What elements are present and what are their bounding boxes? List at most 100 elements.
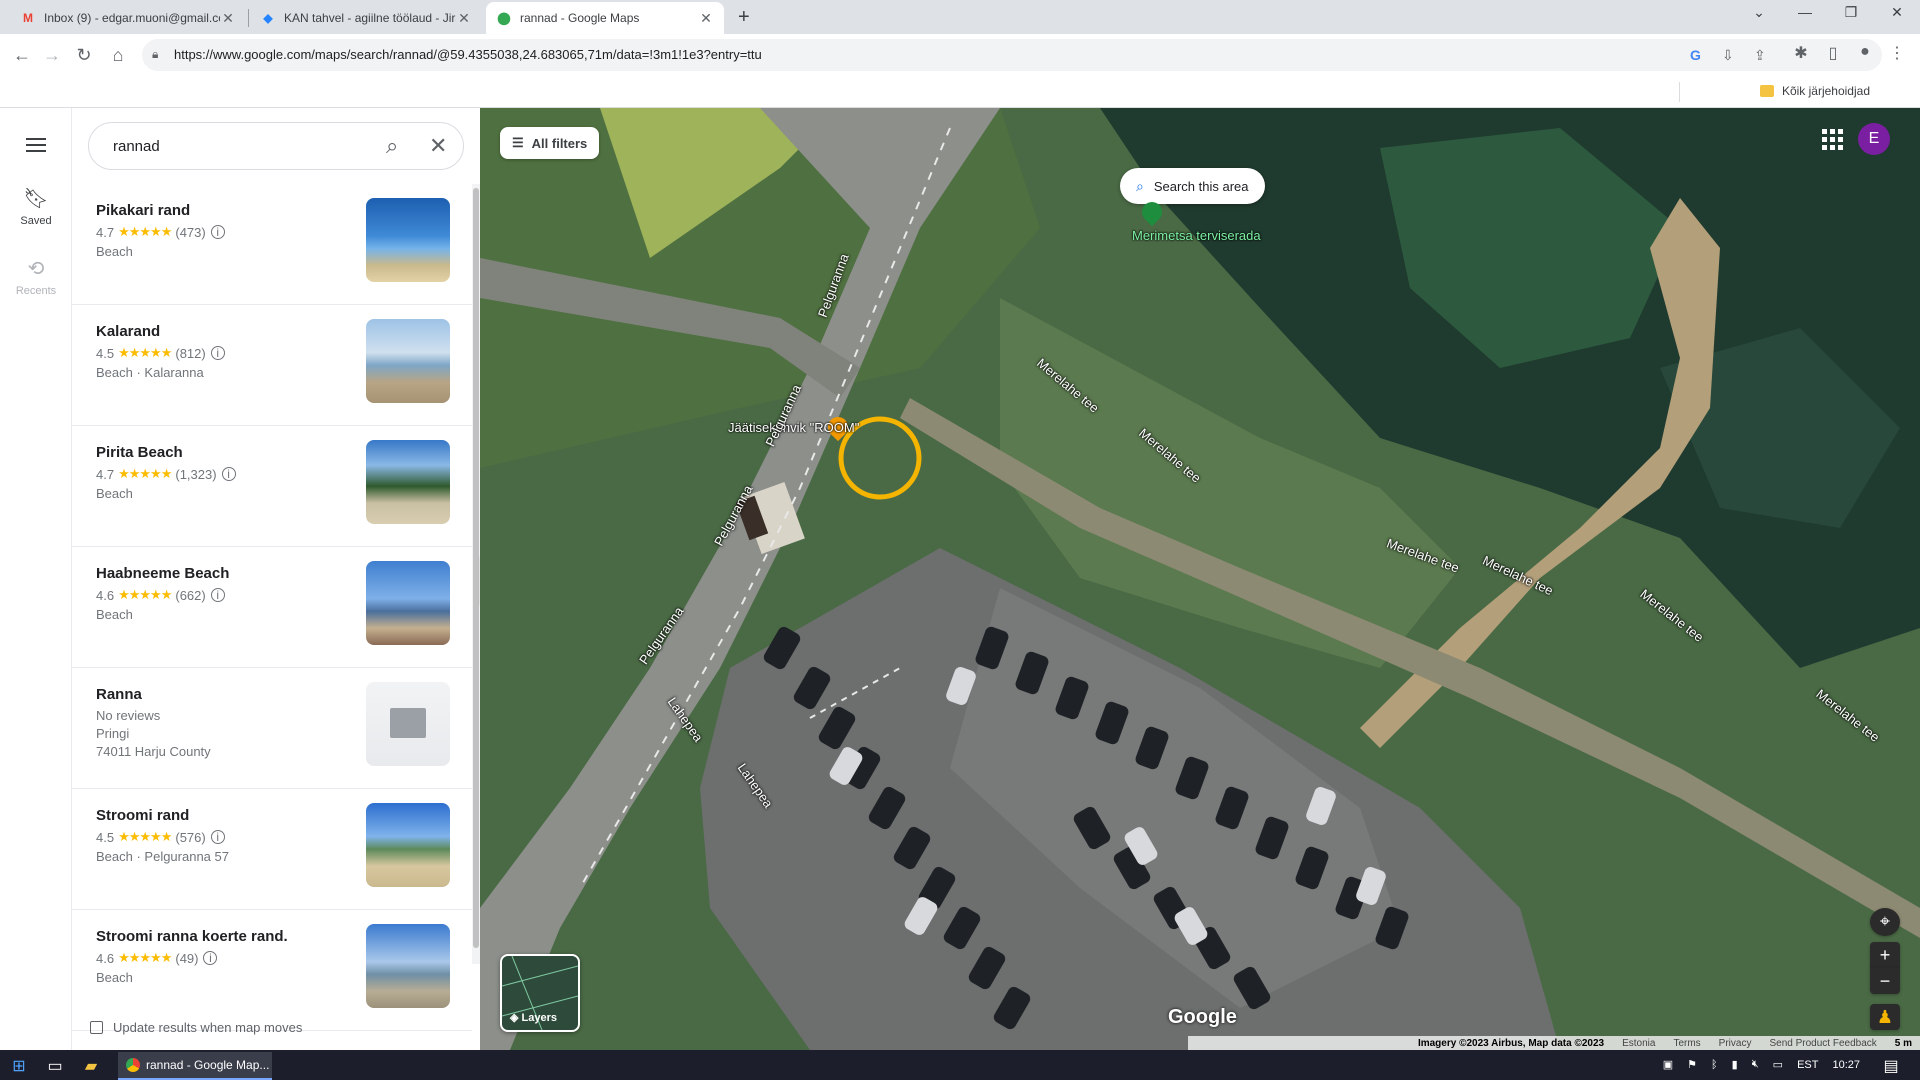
feedback-link[interactable]: Send Product Feedback: [1769, 1038, 1876, 1049]
result-item[interactable]: Stroomi ranna koerte rand. 4.6 ★★★★★ (49…: [72, 910, 472, 1031]
tab-google-maps[interactable]: ⬤ rannad - Google Maps ✕: [486, 2, 724, 34]
reload-icon[interactable]: ↻: [72, 43, 96, 67]
result-name[interactable]: Pikakari rand: [96, 202, 190, 219]
result-photo[interactable]: [366, 198, 450, 282]
result-name[interactable]: Stroomi ranna koerte rand.: [96, 928, 288, 945]
result-name[interactable]: Haabneeme Beach: [96, 565, 229, 582]
info-icon[interactable]: i: [221, 467, 236, 481]
review-count[interactable]: (473): [175, 225, 205, 240]
privacy-link[interactable]: Privacy: [1719, 1038, 1752, 1049]
bluetooth-icon[interactable]: ᛒ: [1711, 1059, 1718, 1071]
file-explorer-icon[interactable]: ▰: [76, 1056, 106, 1076]
result-photo[interactable]: [366, 440, 450, 524]
satellite-map[interactable]: ☰ All filters ⌕ Search this area E Merim…: [480, 108, 1920, 1050]
recents-button[interactable]: ⟲ Recents: [0, 256, 72, 297]
country-link[interactable]: Estonia: [1622, 1038, 1655, 1049]
forward-icon[interactable]: →: [40, 43, 64, 67]
info-icon[interactable]: i: [210, 225, 225, 239]
clear-icon[interactable]: ✕: [429, 133, 447, 159]
lock-icon[interactable]: 🔒︎: [152, 47, 158, 62]
result-name[interactable]: Kalarand: [96, 323, 160, 340]
close-tab-icon[interactable]: ✕: [456, 10, 472, 27]
close-tab-icon[interactable]: ✕: [698, 10, 714, 27]
all-bookmarks-folder[interactable]: Kõik järjehoidjad: [1759, 84, 1870, 98]
address-bar[interactable]: 🔒︎ https://www.google.com/maps/search/ra…: [142, 39, 1882, 71]
google-lens-icon[interactable]: G: [1690, 47, 1701, 63]
review-count[interactable]: (812): [175, 346, 205, 361]
result-item[interactable]: Ranna i No reviews Pringi 74011 Harju Co…: [72, 668, 472, 789]
language-indicator[interactable]: EST: [1797, 1059, 1818, 1071]
result-item[interactable]: Pikakari rand 4.7 ★★★★★ (473) i Beach: [72, 184, 472, 305]
menu-icon[interactable]: [24, 134, 48, 158]
info-icon[interactable]: i: [210, 588, 225, 602]
all-filters-button[interactable]: ☰ All filters: [500, 127, 600, 159]
restore-icon[interactable]: ❐: [1828, 4, 1874, 21]
search-input[interactable]: rannad: [113, 138, 160, 155]
info-icon[interactable]: i: [203, 951, 218, 965]
scale-bar[interactable]: 5 m: [1895, 1038, 1912, 1049]
back-icon[interactable]: ←: [10, 43, 34, 67]
windows-start-icon[interactable]: ⊞: [4, 1056, 34, 1076]
result-photo[interactable]: [366, 682, 450, 766]
search-icon[interactable]: ⌕: [386, 133, 398, 159]
battery-icon[interactable]: ▮: [1732, 1058, 1738, 1071]
profile-icon[interactable]: ●: [1854, 43, 1876, 61]
review-count[interactable]: (1,323): [175, 467, 216, 482]
desktop-icon[interactable]: ▭: [40, 1056, 70, 1076]
search-this-area-button[interactable]: ⌕ Search this area: [1120, 168, 1265, 204]
side-panel-icon[interactable]: ▯: [1822, 43, 1844, 63]
taskbar-chrome-app[interactable]: rannad - Google Map...: [118, 1052, 272, 1080]
review-count[interactable]: (576): [175, 830, 205, 845]
google-apps-icon[interactable]: [1820, 127, 1844, 151]
checkbox-icon[interactable]: [90, 1021, 103, 1034]
extensions-icon[interactable]: ✱: [1790, 43, 1812, 63]
poi-cafe-label[interactable]: Jäätisekohvik "ROOM": [728, 420, 859, 435]
url-text[interactable]: https://www.google.com/maps/search/ranna…: [174, 47, 762, 62]
display-icon[interactable]: ▭: [1773, 1058, 1783, 1071]
share-icon[interactable]: ⇪: [1754, 47, 1766, 64]
tab-gmail[interactable]: M Inbox (9) - edgar.muoni@gmail.com ✕: [10, 2, 246, 34]
update-results-toggle[interactable]: Update results when map moves: [90, 1020, 302, 1035]
close-tab-icon[interactable]: ✕: [220, 10, 236, 27]
zoom-in-button[interactable]: +: [1870, 942, 1900, 968]
new-tab-icon[interactable]: +: [738, 6, 750, 29]
result-item[interactable]: Haabneeme Beach 4.6 ★★★★★ (662) i Beach: [72, 547, 472, 668]
result-photo[interactable]: [366, 561, 450, 645]
tray-icon[interactable]: ▣: [1663, 1058, 1673, 1071]
result-photo[interactable]: [366, 319, 450, 403]
result-name[interactable]: Pirita Beach: [96, 444, 183, 461]
menu-icon[interactable]: ⋮: [1886, 43, 1908, 63]
saved-button[interactable]: 🔖︎ Saved: [0, 186, 72, 227]
results-scrollbar[interactable]: [472, 184, 480, 964]
review-count[interactable]: (49): [175, 951, 198, 966]
result-name[interactable]: Ranna: [96, 686, 142, 703]
my-location-icon[interactable]: ⌖: [1870, 908, 1900, 936]
result-photo[interactable]: [366, 924, 450, 1008]
poi-trail-label[interactable]: Merimetsa terviserada: [1132, 228, 1261, 243]
result-item[interactable]: Stroomi rand 4.5 ★★★★★ (576) i Beach · P…: [72, 789, 472, 910]
info-icon[interactable]: i: [210, 830, 225, 844]
terms-link[interactable]: Terms: [1673, 1038, 1700, 1049]
speaker-icon[interactable]: 🔇︎: [1752, 1058, 1759, 1071]
account-avatar[interactable]: E: [1858, 123, 1890, 155]
result-item[interactable]: Pirita Beach 4.7 ★★★★★ (1,323) i Beach: [72, 426, 472, 547]
clock[interactable]: 10:27: [1832, 1059, 1860, 1071]
info-icon[interactable]: i: [210, 346, 225, 360]
pegman-icon[interactable]: ♟: [1870, 1004, 1900, 1030]
notifications-icon[interactable]: ▤: [1876, 1056, 1906, 1076]
close-window-icon[interactable]: ✕: [1874, 4, 1920, 21]
minimize-icon[interactable]: —: [1782, 4, 1828, 20]
result-item[interactable]: Kalarand 4.5 ★★★★★ (812) i Beach · Kalar…: [72, 305, 472, 426]
network-icon[interactable]: ⚑: [1687, 1058, 1697, 1071]
home-icon[interactable]: ⌂: [106, 43, 130, 67]
layers-button[interactable]: ◈ Layers: [500, 954, 580, 1032]
tab-search-icon[interactable]: ⌄: [1736, 4, 1782, 21]
review-count[interactable]: (662): [175, 588, 205, 603]
search-box[interactable]: rannad ⌕ ✕: [88, 122, 464, 170]
result-photo[interactable]: [366, 803, 450, 887]
tab-jira[interactable]: ◆ KAN tahvel - agiilne töölaud - Jira ✕: [250, 2, 482, 34]
scrollbar-thumb[interactable]: [473, 188, 479, 948]
install-app-icon[interactable]: ⇩: [1722, 47, 1734, 64]
zoom-out-button[interactable]: −: [1870, 968, 1900, 994]
result-name[interactable]: Stroomi rand: [96, 807, 189, 824]
